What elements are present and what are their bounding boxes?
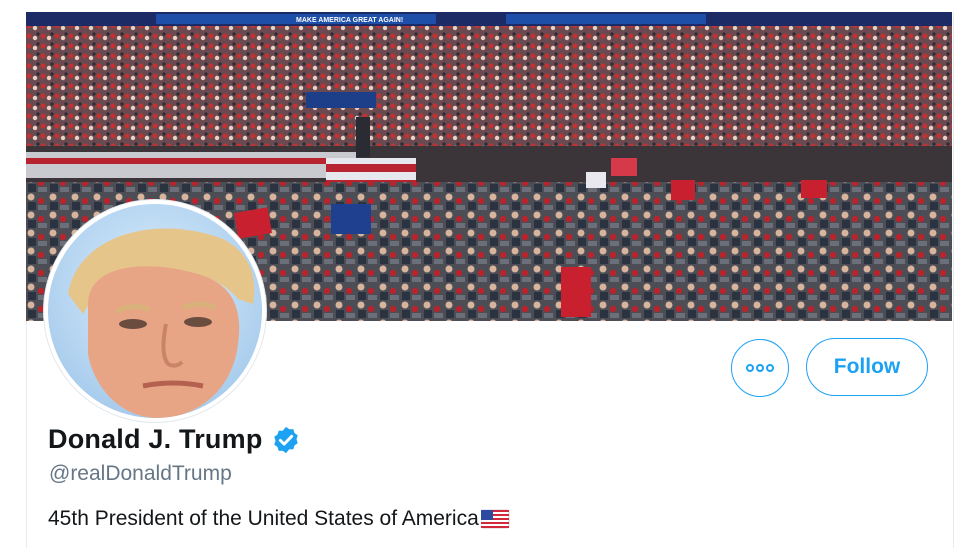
us-flag-icon	[480, 509, 510, 529]
profile-avatar[interactable]	[44, 200, 266, 422]
banner-sign-text: MAKE AMERICA GREAT AGAIN!	[296, 17, 403, 24]
name-row: Donald J. Trump	[48, 424, 301, 455]
profile-handle: @realDonaldTrump	[49, 462, 232, 485]
profile-bio: 45th President of the United States of A…	[48, 507, 511, 531]
more-options-button[interactable]	[731, 339, 789, 397]
verified-badge-icon	[273, 426, 298, 453]
follow-button[interactable]: Follow	[806, 338, 928, 396]
display-name: Donald J. Trump	[48, 424, 263, 454]
more-options-icon	[746, 364, 754, 372]
bio-text: 45th President of the United States of A…	[48, 507, 479, 530]
avatar-photo	[48, 204, 262, 418]
